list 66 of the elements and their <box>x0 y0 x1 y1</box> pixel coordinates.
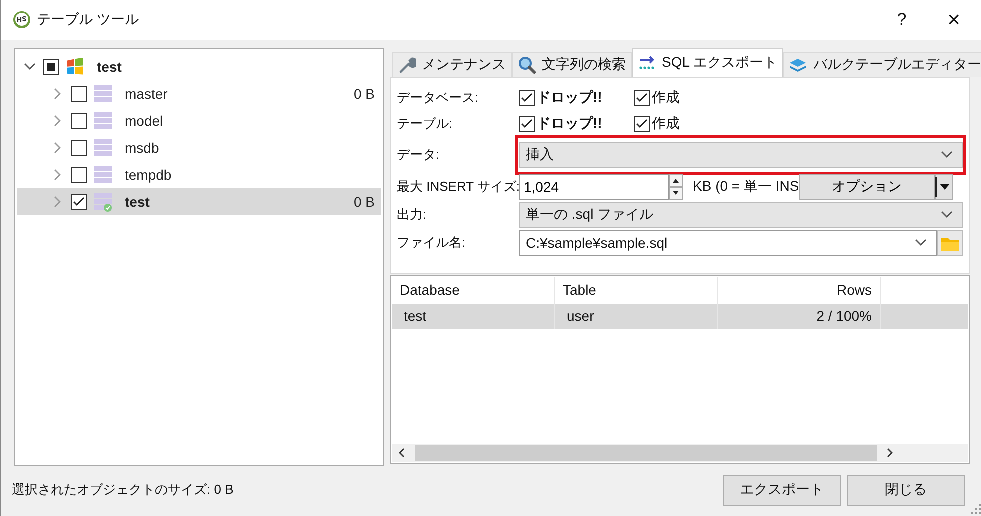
layers-icon <box>789 56 808 74</box>
tree-label: test <box>125 194 150 210</box>
field-label: データ: <box>397 146 441 164</box>
tree-label: test <box>97 58 122 74</box>
windows-logo-icon <box>65 58 85 76</box>
dialog-button[interactable]: エクスポート <box>723 474 841 506</box>
tree-label: msdb <box>125 140 160 156</box>
checkbox[interactable] <box>519 116 535 132</box>
output-dropdown[interactable]: 単一の .sql ファイル <box>519 202 963 228</box>
checkbox-label: ドロップ!! <box>537 115 602 133</box>
field-label: ファイル名: <box>397 234 467 252</box>
field-label: データベース: <box>397 89 480 107</box>
tab[interactable]: メンテナンス <box>392 52 512 77</box>
help-button[interactable]: ? <box>879 0 925 40</box>
dialog-button[interactable]: 閉じる <box>847 474 965 506</box>
tree-item[interactable]: model <box>17 107 381 134</box>
wrench-icon <box>398 56 416 74</box>
checkbox[interactable] <box>519 90 535 106</box>
checkbox[interactable] <box>634 90 650 106</box>
unit-label: KB (0 = 単一 INS <box>693 178 799 196</box>
checkbox[interactable] <box>43 58 59 74</box>
tree-label: model <box>125 112 164 128</box>
table-cell: user <box>555 304 718 329</box>
table-cell: 2 / 100% <box>718 304 881 329</box>
scroll-right-icon[interactable] <box>885 447 895 459</box>
tab[interactable]: SQL エクスポート <box>632 48 784 77</box>
app-logo-icon <box>13 11 31 29</box>
checkbox[interactable] <box>71 194 87 210</box>
options-button[interactable]: オプション <box>799 174 935 200</box>
checkbox-label: 作成 <box>652 89 680 107</box>
tree-label: tempdb <box>125 166 172 182</box>
checkbox-label: ドロップ!! <box>537 89 602 107</box>
size-label: 0 B <box>354 86 375 102</box>
field-label: テーブル: <box>397 115 454 133</box>
horizontal-scrollbar[interactable] <box>392 444 968 462</box>
tree-item[interactable]: test 0 B <box>17 188 381 215</box>
checkbox[interactable] <box>71 166 87 182</box>
checkbox[interactable] <box>71 140 87 156</box>
field-label: 最大 INSERT サイズ: <box>397 178 519 196</box>
size-label: 0 B <box>354 194 375 210</box>
close-button[interactable]: × <box>931 0 977 40</box>
table-row[interactable]: test user 2 / 100% <box>392 304 968 329</box>
tree-label: master <box>125 86 168 102</box>
size-field[interactable]: 1,024 <box>519 174 669 200</box>
tab[interactable]: 文字列の検索 <box>512 52 632 77</box>
file-name-field[interactable]: C:¥sample¥sample.sql <box>519 230 937 256</box>
tree-item[interactable]: test <box>17 53 381 80</box>
checkbox-label: 作成 <box>652 115 680 133</box>
search-icon <box>518 56 536 74</box>
data-dropdown[interactable]: 挿入 <box>519 142 963 168</box>
tree-item[interactable]: master 0 B <box>17 80 381 107</box>
tab[interactable]: バルクテーブルエディター <box>783 52 981 77</box>
tree-item[interactable]: msdb <box>17 134 381 161</box>
checkbox[interactable] <box>634 116 650 132</box>
scroll-thumb[interactable] <box>415 445 877 461</box>
field-label: 出力: <box>397 206 428 224</box>
status-text: 選択されたオブジェクトのサイズ: 0 B <box>12 481 234 499</box>
resize-grip-icon <box>971 504 981 514</box>
checkbox[interactable] <box>71 112 87 128</box>
spinner-icon[interactable] <box>669 174 683 200</box>
scroll-left-icon[interactable] <box>397 447 407 459</box>
window-title: テーブル ツール <box>37 11 139 29</box>
tree-item[interactable]: tempdb <box>17 161 381 188</box>
table-cell: test <box>392 304 555 329</box>
arrows-icon <box>638 54 656 72</box>
checkbox[interactable] <box>71 86 87 102</box>
